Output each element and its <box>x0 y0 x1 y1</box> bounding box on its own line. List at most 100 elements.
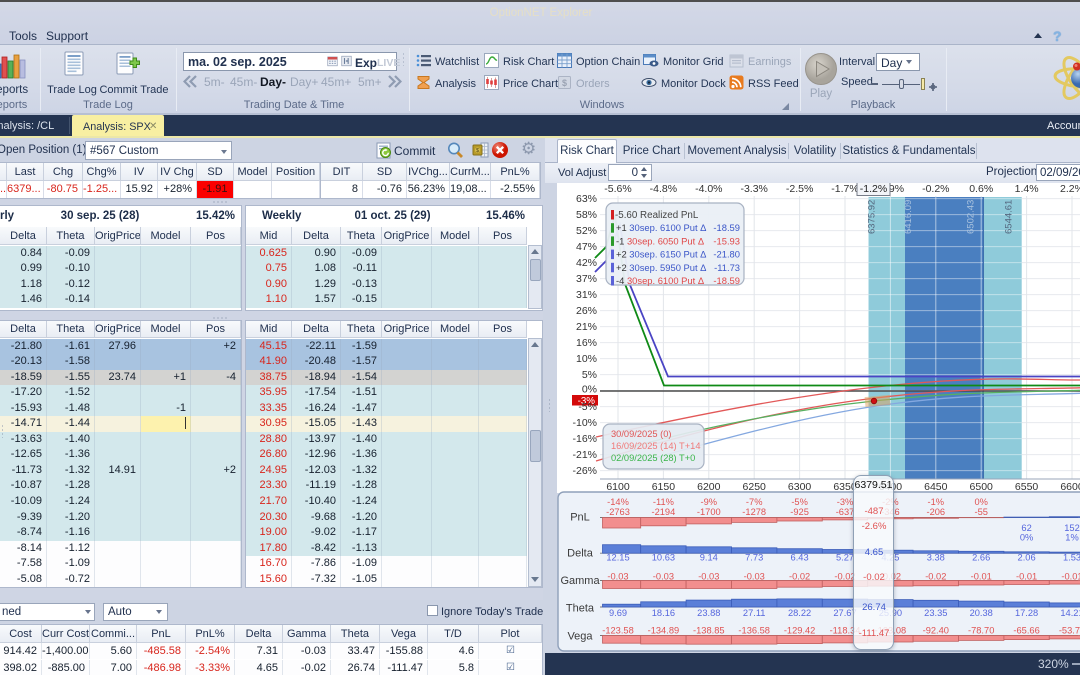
svg-text:-1 30sep. 6050 Put Δ: -1 30sep. 6050 Put Δ <box>616 235 704 246</box>
svg-text:5%: 5% <box>582 369 597 381</box>
svg-text:-925: -925 <box>790 507 809 517</box>
svg-text:-21%: -21% <box>572 449 597 461</box>
svg-text:47%: 47% <box>576 241 597 253</box>
svg-text:-16%: -16% <box>572 433 597 445</box>
svg-text:2.06: 2.06 <box>1018 553 1036 563</box>
svg-text:$: $ <box>476 148 479 154</box>
svg-text:-5.6%: -5.6% <box>604 183 631 195</box>
svg-text:-3%: -3% <box>837 497 854 507</box>
svg-text:9.69: 9.69 <box>609 608 627 618</box>
svg-text:$: $ <box>562 78 567 88</box>
svg-text:-5.60 Realized PnL: -5.60 Realized PnL <box>615 210 699 221</box>
svg-text:152: 152 <box>1064 523 1080 533</box>
svg-text:-18.59: -18.59 <box>713 275 740 286</box>
svg-text:Vega: Vega <box>567 631 593 643</box>
svg-text:-0.03: -0.03 <box>744 572 765 582</box>
svg-text:-18.59: -18.59 <box>713 222 740 233</box>
svg-text:-14%: -14% <box>607 497 629 507</box>
svg-text:PnL: PnL <box>570 512 590 524</box>
svg-text:3.38: 3.38 <box>927 553 945 563</box>
svg-text:30/09/2025 (0): 30/09/2025 (0) <box>611 429 671 439</box>
svg-text:-2763: -2763 <box>606 507 630 517</box>
svg-text:21%: 21% <box>576 321 597 333</box>
svg-text:-129.42: -129.42 <box>784 626 816 636</box>
svg-text:62: 62 <box>1021 523 1031 533</box>
svg-text:-136.58: -136.58 <box>738 626 770 636</box>
svg-text:-0.03: -0.03 <box>653 572 674 582</box>
svg-text:6502.43: 6502.43 <box>965 200 976 234</box>
svg-text:17.28: 17.28 <box>1015 608 1038 618</box>
svg-text:-1.7%: -1.7% <box>831 183 858 195</box>
svg-text:-15.93: -15.93 <box>713 235 740 246</box>
svg-text:-1700: -1700 <box>697 507 721 517</box>
svg-text:-206: -206 <box>926 507 945 517</box>
svg-text:-0.2%: -0.2% <box>922 183 949 195</box>
svg-text:-4.0%: -4.0% <box>695 183 722 195</box>
svg-text:-5%: -5% <box>578 401 597 413</box>
svg-text:6416.09: 6416.09 <box>903 200 914 234</box>
svg-text:10%: 10% <box>576 353 597 365</box>
svg-text:18.16: 18.16 <box>652 608 675 618</box>
svg-text:-637: -637 <box>836 507 855 517</box>
svg-text:-10%: -10% <box>572 417 597 429</box>
svg-text:0%: 0% <box>582 384 597 396</box>
svg-text:-123.58: -123.58 <box>602 626 634 636</box>
svg-text:-78.70: -78.70 <box>968 626 994 636</box>
svg-text:-4.8%: -4.8% <box>650 183 677 195</box>
svg-text:42%: 42% <box>576 257 597 269</box>
svg-text:63%: 63% <box>576 193 597 205</box>
svg-text:6375.92: 6375.92 <box>867 200 878 234</box>
svg-text:-26%: -26% <box>572 465 597 477</box>
svg-text:-11.73: -11.73 <box>714 262 740 273</box>
svg-text:-1278: -1278 <box>742 507 766 517</box>
svg-text:26%: 26% <box>576 305 597 317</box>
svg-text:1.53: 1.53 <box>1063 553 1080 563</box>
svg-text:+2 30sep. 6150 Put Δ: +2 30sep. 6150 Put Δ <box>616 249 706 260</box>
svg-text:-2.5%: -2.5% <box>786 183 813 195</box>
svg-text:-134.89: -134.89 <box>648 626 680 636</box>
svg-text:-2194: -2194 <box>652 507 676 517</box>
svg-text:0%: 0% <box>1020 533 1033 543</box>
svg-text:-0.02: -0.02 <box>789 572 810 582</box>
svg-text:-92.40: -92.40 <box>923 626 949 636</box>
svg-text:37%: 37% <box>576 273 597 285</box>
svg-text:Gamma: Gamma <box>560 575 600 587</box>
svg-text:-0.01: -0.01 <box>1016 572 1037 582</box>
svg-text:6.43: 6.43 <box>791 553 809 563</box>
svg-text:28.22: 28.22 <box>788 608 811 618</box>
svg-text:-0.03: -0.03 <box>698 572 719 582</box>
svg-text:-5%: -5% <box>791 497 808 507</box>
svg-text:20.38: 20.38 <box>970 608 993 618</box>
svg-text:-1.2%: -1.2% <box>860 183 887 195</box>
svg-text:1%: 1% <box>1065 533 1078 543</box>
svg-text:-0.01: -0.01 <box>1061 572 1080 582</box>
svg-text:-1%: -1% <box>928 497 945 507</box>
svg-text:6544.61: 6544.61 <box>1004 200 1015 234</box>
svg-text:-65.66: -65.66 <box>1013 626 1039 636</box>
svg-text:16%: 16% <box>576 337 597 349</box>
svg-text:23.35: 23.35 <box>924 608 947 618</box>
svg-text:-11%: -11% <box>653 497 674 507</box>
svg-text:23.88: 23.88 <box>697 608 720 618</box>
svg-text:02/09/2025 (28) T+0: 02/09/2025 (28) T+0 <box>611 453 695 463</box>
svg-text:-4 30sep. 6100 Put Δ: -4 30sep. 6100 Put Δ <box>616 275 704 286</box>
svg-text:-0.03: -0.03 <box>607 572 628 582</box>
svg-text:-53.71: -53.71 <box>1059 626 1080 636</box>
svg-text:-0.01: -0.01 <box>971 572 992 582</box>
svg-text:-9%: -9% <box>701 497 718 507</box>
svg-text:-7%: -7% <box>746 497 763 507</box>
svg-text:-21.80: -21.80 <box>713 249 740 260</box>
svg-text:-0.02: -0.02 <box>925 572 946 582</box>
svg-text:-3.3%: -3.3% <box>740 183 767 195</box>
svg-text:0.6%: 0.6% <box>969 183 993 195</box>
svg-text:2.66: 2.66 <box>972 553 990 563</box>
svg-text:52%: 52% <box>576 225 597 237</box>
svg-text:9.14: 9.14 <box>700 553 718 563</box>
svg-text:2.2%: 2.2% <box>1060 183 1080 195</box>
svg-text:+2 30sep. 5950 Put Δ: +2 30sep. 5950 Put Δ <box>616 262 706 273</box>
svg-text:14.21: 14.21 <box>1060 608 1080 618</box>
svg-text:7.73: 7.73 <box>745 553 763 563</box>
svg-text:5.27: 5.27 <box>836 553 854 563</box>
svg-text:0%: 0% <box>974 497 987 507</box>
svg-text:12.15: 12.15 <box>606 553 629 563</box>
